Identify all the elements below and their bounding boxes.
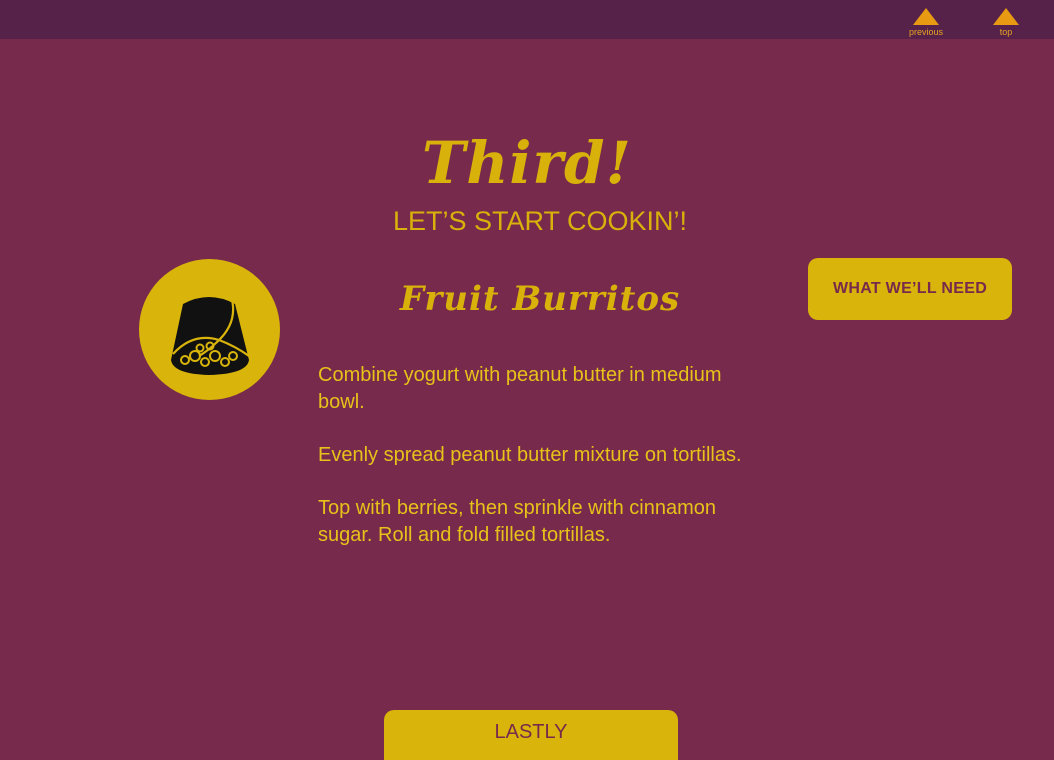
section-subheading: LET’S START COOKIN’! xyxy=(392,206,688,236)
previous-button[interactable]: previous xyxy=(909,8,943,37)
up-arrow-icon xyxy=(913,8,940,25)
what-we-need-button[interactable]: WHAT WE’LL NEED xyxy=(808,258,1012,320)
top-label: top xyxy=(999,27,1013,37)
recipe-step: Combine yogurt with peanut butter in med… xyxy=(318,364,722,413)
recipe-steps: Combine yogurt with peanut butter in med… xyxy=(318,362,758,575)
top-button[interactable]: top xyxy=(993,8,1019,37)
up-arrow-icon xyxy=(993,8,1019,25)
lastly-button[interactable]: LASTLY xyxy=(384,710,678,760)
top-bar: previous top xyxy=(0,0,1054,39)
recipe-step: Top with berries, then sprinkle with cin… xyxy=(318,497,716,546)
section-heading: Third! xyxy=(422,129,632,197)
previous-label: previous xyxy=(909,27,944,37)
recipe-step: Evenly spread peanut butter mixture on t… xyxy=(318,444,742,466)
